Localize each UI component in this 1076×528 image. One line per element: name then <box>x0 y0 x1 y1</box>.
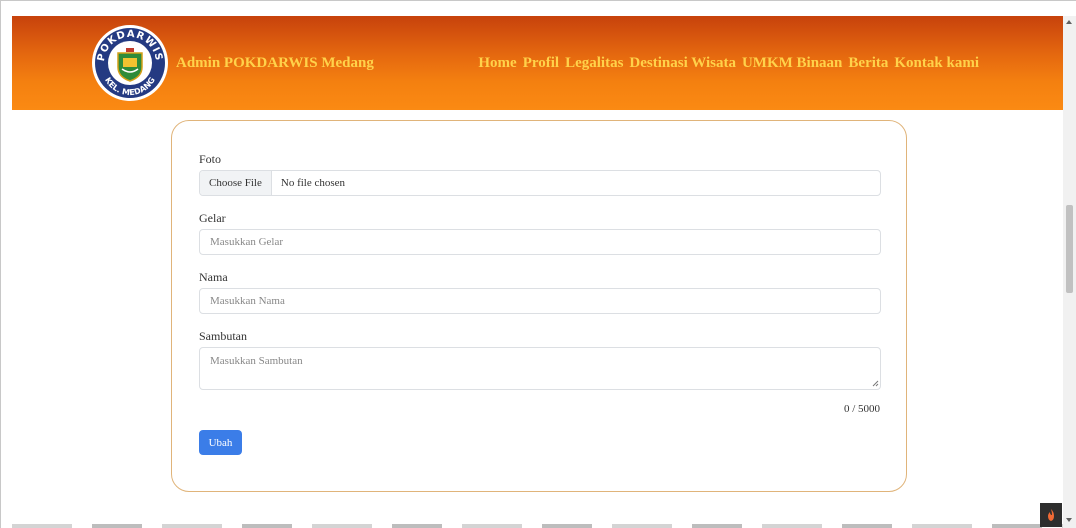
site-header: POKDARWIS KEL. MEDANG Admin POKDARWIS Me… <box>12 16 1063 110</box>
nama-label: Nama <box>199 270 228 284</box>
nav-legalitas[interactable]: Legalitas <box>565 55 623 72</box>
foto-label: Foto <box>199 152 222 166</box>
sambutan-label: Sambutan <box>199 329 247 343</box>
nav-kontak-kami[interactable]: Kontak kami <box>894 55 979 72</box>
vertical-scrollbar[interactable] <box>1063 16 1076 528</box>
nav-profil[interactable]: Profil <box>523 55 559 72</box>
scroll-thumb[interactable] <box>1066 205 1073 293</box>
nav-berita[interactable]: Berita <box>848 55 888 72</box>
ubah-button[interactable]: Ubah <box>199 430 242 455</box>
nav-umkm-binaan[interactable]: UMKM Binaan <box>742 55 842 72</box>
pokdarwis-logo[interactable]: POKDARWIS KEL. MEDANG <box>90 23 170 103</box>
choose-file-button[interactable]: Choose File <box>200 171 272 195</box>
gelar-label: Gelar <box>199 211 226 225</box>
nav-home[interactable]: Home <box>478 55 516 72</box>
sambutan-textarea[interactable] <box>199 347 881 390</box>
nama-input[interactable] <box>199 288 881 314</box>
gelar-input[interactable] <box>199 229 881 255</box>
flame-icon[interactable] <box>1040 503 1062 527</box>
file-status-text: No file chosen <box>280 177 346 189</box>
footer-strip <box>12 524 1063 528</box>
nav-destinasi-wisata[interactable]: Destinasi Wisata <box>629 55 736 72</box>
main-nav: Home Profil Legalitas Destinasi Wisata U… <box>478 55 979 72</box>
scroll-down-arrow-icon[interactable] <box>1066 518 1072 522</box>
edit-form-card: Foto Choose File No file chosen Gelar Na… <box>171 120 907 492</box>
resize-grip-icon[interactable] <box>871 379 879 387</box>
character-counter: 0 / 5000 <box>843 403 880 415</box>
brand-link[interactable]: Admin POKDARWIS Medang <box>176 55 374 72</box>
foto-file-input[interactable]: Choose File No file chosen <box>199 170 881 196</box>
scroll-up-arrow-icon[interactable] <box>1066 20 1072 24</box>
